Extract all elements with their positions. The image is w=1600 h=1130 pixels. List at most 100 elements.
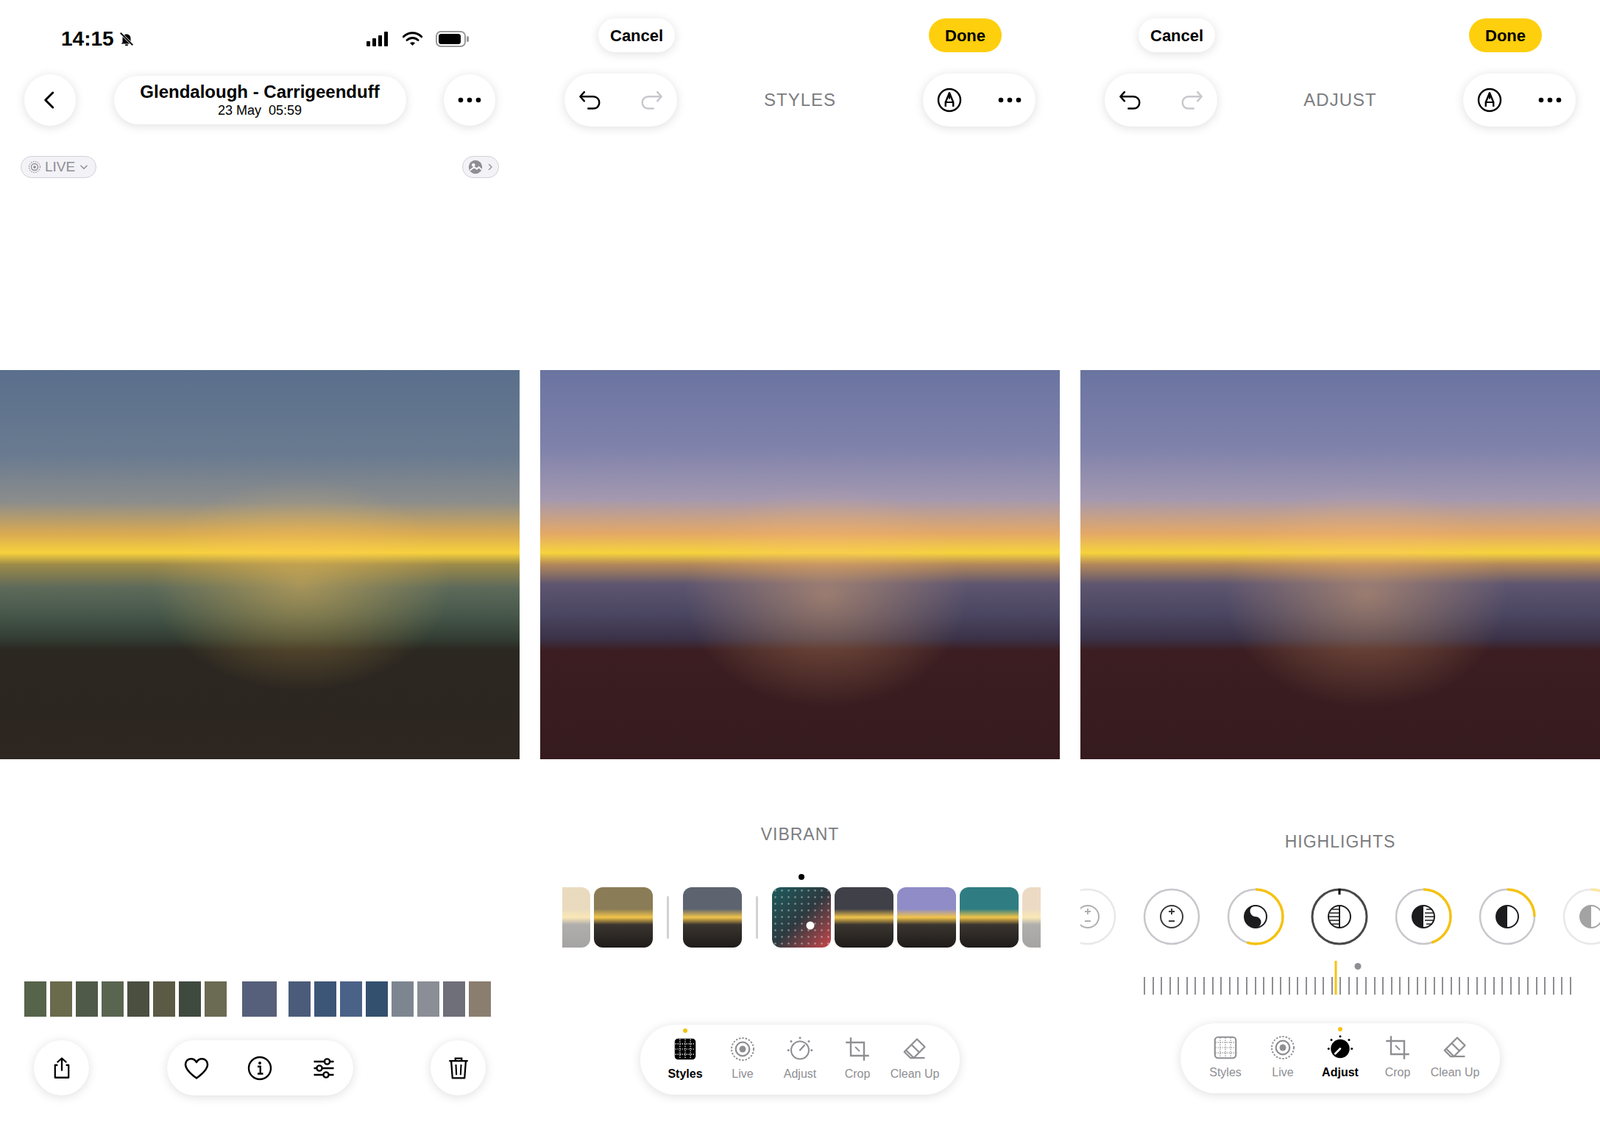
filmstrip-thumbnail[interactable]	[391, 981, 414, 1018]
filmstrip-thumbnail[interactable]	[443, 981, 466, 1018]
clean-up-icon	[901, 1036, 929, 1063]
share-icon[interactable]	[33, 1040, 90, 1096]
cancel-button[interactable]: Cancel	[1138, 18, 1216, 53]
tool-button[interactable]: Clean Up	[886, 1025, 944, 1096]
filmstrip-thumbnail[interactable]	[178, 981, 201, 1018]
chevron-down-icon	[78, 161, 90, 173]
slider-tick	[1365, 977, 1367, 996]
styles-icon	[1212, 1034, 1239, 1062]
sliders-icon[interactable]	[310, 1055, 338, 1082]
tool-button[interactable]: Adjust	[1311, 1023, 1369, 1094]
tool-button[interactable]: Crop	[1368, 1023, 1427, 1094]
trash-icon[interactable]	[430, 1040, 486, 1096]
tool-button[interactable]: Crop	[828, 1025, 887, 1096]
photo	[1080, 370, 1600, 760]
style-thumbnail[interactable]	[593, 887, 653, 948]
visual-lookup-badge[interactable]	[462, 156, 499, 179]
style-item[interactable]	[897, 887, 957, 948]
adjust-knob-icon[interactable]	[1561, 887, 1600, 947]
tool-button[interactable]: Styles	[1196, 1023, 1255, 1094]
style-thumbnail[interactable]	[1022, 887, 1041, 948]
filmstrip-thumbnail[interactable]	[50, 981, 73, 1018]
slider-tick	[1237, 977, 1239, 996]
filmstrip-thumbnail[interactable]	[288, 981, 311, 1018]
undo-icon[interactable]	[1117, 89, 1143, 112]
title-pill[interactable]: Glendalough - Carrigeenduff23 May 05:59	[114, 75, 407, 125]
adjust-icon	[786, 1036, 814, 1063]
style-pad[interactable]	[772, 887, 831, 948]
filmstrip-thumbnail[interactable]	[75, 981, 98, 1018]
tool-label: Styles	[667, 1067, 703, 1082]
back-icon[interactable]	[24, 74, 76, 126]
tool-label: Clean Up	[890, 1067, 940, 1082]
tool-bar: Styles LiveAdjustCropClean Up	[640, 1025, 960, 1096]
filmstrip-thumbnail[interactable]	[242, 981, 277, 1018]
adjust-knob-icon[interactable]	[1080, 887, 1118, 947]
style-item[interactable]	[593, 887, 653, 948]
filmstrip-thumbnail[interactable]	[468, 981, 491, 1018]
style-thumbnail[interactable]	[682, 887, 742, 948]
styles-strip[interactable]	[562, 868, 1041, 950]
done-button[interactable]: Done	[1468, 18, 1542, 53]
live-badge[interactable]: LIVE	[20, 156, 97, 179]
tool-button[interactable]: Clean Up	[1426, 1023, 1484, 1094]
adjustment-name: HIGHLIGHTS	[1080, 830, 1600, 853]
style-thumbnail[interactable]	[834, 887, 894, 948]
filmstrip-thumbnail[interactable]	[153, 981, 176, 1018]
done-button[interactable]: Done	[928, 18, 1002, 53]
adjust-knob-icon[interactable]	[1226, 887, 1286, 947]
filmstrip-thumbnail[interactable]	[24, 981, 47, 1018]
clean-up-icon	[1441, 1034, 1469, 1062]
filmstrip-thumbnail[interactable]	[204, 981, 227, 1018]
adjust-knob-icon[interactable]	[1393, 887, 1453, 947]
style-item[interactable]	[772, 887, 831, 948]
more-icon[interactable]	[1537, 96, 1563, 104]
style-thumbnail[interactable]	[897, 887, 957, 948]
more-icon[interactable]	[443, 74, 496, 126]
style-item[interactable]	[562, 887, 591, 948]
more-icon[interactable]	[997, 96, 1023, 104]
adjust-knob-icon[interactable]	[1477, 887, 1537, 947]
tool-button[interactable]: Styles	[656, 1025, 714, 1096]
style-item[interactable]	[959, 887, 1019, 948]
photo	[0, 370, 520, 760]
slider-tick	[1527, 977, 1529, 996]
cancel-button[interactable]: Cancel	[598, 18, 675, 53]
filmstrip[interactable]	[0, 981, 520, 1018]
adjust-slider[interactable]	[1143, 958, 1572, 996]
style-item[interactable]	[682, 887, 742, 948]
tool-button[interactable]: Live	[713, 1025, 772, 1096]
markup-icon[interactable]	[936, 86, 963, 114]
style-thumbnail[interactable]	[959, 887, 1019, 948]
info-icon[interactable]	[246, 1055, 274, 1082]
heart-icon[interactable]	[183, 1056, 210, 1082]
style-item[interactable]	[834, 887, 894, 948]
photo-date: 23 May 05:59	[217, 102, 302, 119]
slider-tick	[1262, 977, 1265, 996]
adjustment-knobs[interactable]	[1080, 887, 1600, 947]
slider-tick	[1194, 977, 1196, 996]
adjust-knob-icon[interactable]	[1142, 887, 1202, 947]
slider-value-indicator[interactable]	[1335, 961, 1338, 996]
markup-icon[interactable]	[1476, 86, 1503, 114]
adjust-knob-icon[interactable]	[1310, 887, 1369, 947]
filmstrip-thumbnail[interactable]	[314, 981, 337, 1018]
mode-title: ADJUST	[1217, 86, 1464, 114]
slider-tick	[1229, 977, 1231, 996]
style-item[interactable]	[1022, 887, 1041, 948]
slider-tick	[1254, 977, 1257, 996]
filmstrip-thumbnail[interactable]	[127, 981, 150, 1018]
filmstrip-thumbnail[interactable]	[365, 981, 388, 1018]
slider-tick	[1493, 977, 1495, 996]
filmstrip-thumbnail[interactable]	[340, 981, 363, 1018]
slider-tick	[1424, 977, 1427, 996]
pad-point[interactable]	[806, 922, 815, 931]
undo-icon[interactable]	[577, 89, 603, 112]
filmstrip-thumbnail[interactable]	[101, 981, 124, 1018]
trash-icon	[445, 1055, 472, 1082]
filmstrip-thumbnail[interactable]	[417, 981, 440, 1018]
tool-button[interactable]: Adjust	[771, 1025, 829, 1096]
style-thumbnail[interactable]	[562, 887, 591, 948]
tool-button[interactable]: Live	[1254, 1023, 1312, 1094]
slider-tick	[1212, 977, 1214, 996]
